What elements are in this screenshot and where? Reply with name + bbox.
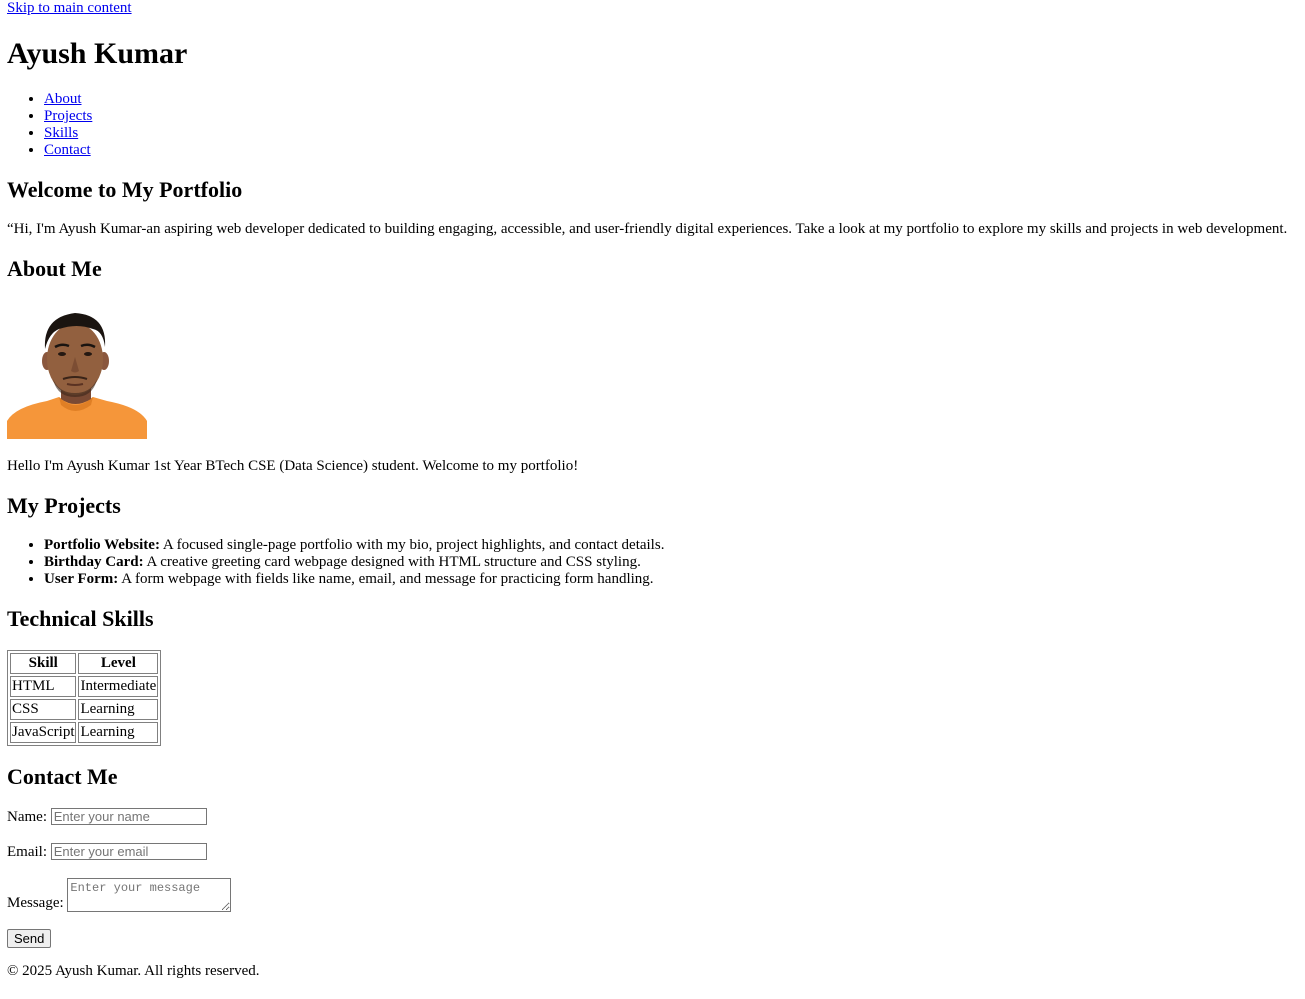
projects-list: Portfolio Website: A focused single-page… <box>7 537 1298 588</box>
project-item: Portfolio Website: A focused single-page… <box>44 537 1298 554</box>
projects-heading: My Projects <box>7 493 121 518</box>
nav-list: About Projects Skills Contact <box>7 91 1298 159</box>
nav-link-about[interactable]: About <box>44 91 82 107</box>
email-input[interactable] <box>50 843 207 860</box>
message-label: Message: <box>7 895 64 911</box>
project-name: Portfolio Website: <box>44 537 160 553</box>
skill-cell: CSS <box>10 699 77 720</box>
main-nav: About Projects Skills Contact <box>7 91 1298 159</box>
nav-link-contact[interactable]: Contact <box>44 142 91 158</box>
nav-item-projects: Projects <box>44 108 1298 125</box>
project-name: User Form: <box>44 571 119 587</box>
site-title: Ayush Kumar <box>7 37 188 70</box>
main-content: Welcome to My Portfolio “Hi, I'm Ayush K… <box>7 177 1298 948</box>
name-label: Name: <box>7 809 47 825</box>
send-button[interactable]: Send <box>7 929 52 948</box>
nav-link-skills[interactable]: Skills <box>44 125 78 141</box>
name-input[interactable] <box>50 808 207 825</box>
contact-heading: Contact Me <box>7 764 118 789</box>
table-row: JavaScript Learning <box>10 722 159 743</box>
level-cell: Intermediate <box>78 676 159 697</box>
skills-heading: Technical Skills <box>7 606 154 631</box>
skills-table: Skill Level HTML Intermediate CSS Learni… <box>7 650 162 746</box>
welcome-text: “Hi, I'm Ayush Kumar-an aspiring web dev… <box>7 221 1288 237</box>
message-textarea[interactable] <box>67 878 232 912</box>
about-bio: Hello I'm Ayush Kumar 1st Year BTech CSE… <box>7 458 579 474</box>
about-section: About Me Hello I'm Ayush Kumar 1st Year … <box>7 256 1298 475</box>
profile-photo <box>7 309 147 439</box>
contact-section: Contact Me Name: Email: Message: Send <box>7 764 1298 948</box>
projects-section: My Projects Portfolio Website: A focused… <box>7 493 1298 588</box>
project-item: Birthday Card: A creative greeting card … <box>44 554 1298 571</box>
page: Skip to main content Ayush Kumar About P… <box>0 0 1305 980</box>
email-label: Email: <box>7 844 47 860</box>
copyright-text: © 2025 Ayush Kumar. All rights reserved. <box>7 963 260 979</box>
level-cell: Learning <box>78 722 159 743</box>
project-item: User Form: A form webpage with fields li… <box>44 571 1298 588</box>
site-header: Ayush Kumar About Projects Skills Contac… <box>7 37 1298 159</box>
message-row: Message: <box>7 878 1298 912</box>
column-header-skill: Skill <box>10 653 77 674</box>
skill-cell: HTML <box>10 676 77 697</box>
welcome-heading: Welcome to My Portfolio <box>7 177 243 202</box>
about-heading: About Me <box>7 256 102 281</box>
nav-item-skills: Skills <box>44 125 1298 142</box>
project-desc: A focused single-page portfolio with my … <box>159 537 665 553</box>
nav-item-contact: Contact <box>44 142 1298 159</box>
project-name: Birthday Card: <box>44 554 144 570</box>
contact-form: Name: Email: Message: Send <box>7 808 1298 948</box>
name-row: Name: <box>7 808 1298 826</box>
table-row: CSS Learning <box>10 699 159 720</box>
project-desc: A form webpage with fields like name, em… <box>118 571 654 587</box>
welcome-section: Welcome to My Portfolio “Hi, I'm Ayush K… <box>7 177 1298 238</box>
skills-section: Technical Skills Skill Level HTML Interm… <box>7 606 1298 746</box>
project-desc: A creative greeting card webpage designe… <box>143 554 641 570</box>
skip-to-main-link[interactable]: Skip to main content <box>7 0 1298 17</box>
table-row: HTML Intermediate <box>10 676 159 697</box>
nav-item-about: About <box>44 91 1298 108</box>
nav-link-projects[interactable]: Projects <box>44 108 92 124</box>
column-header-level: Level <box>78 653 159 674</box>
table-header-row: Skill Level <box>10 653 159 674</box>
email-row: Email: <box>7 843 1298 861</box>
skill-cell: JavaScript <box>10 722 77 743</box>
site-footer: © 2025 Ayush Kumar. All rights reserved. <box>7 963 1298 980</box>
level-cell: Learning <box>78 699 159 720</box>
